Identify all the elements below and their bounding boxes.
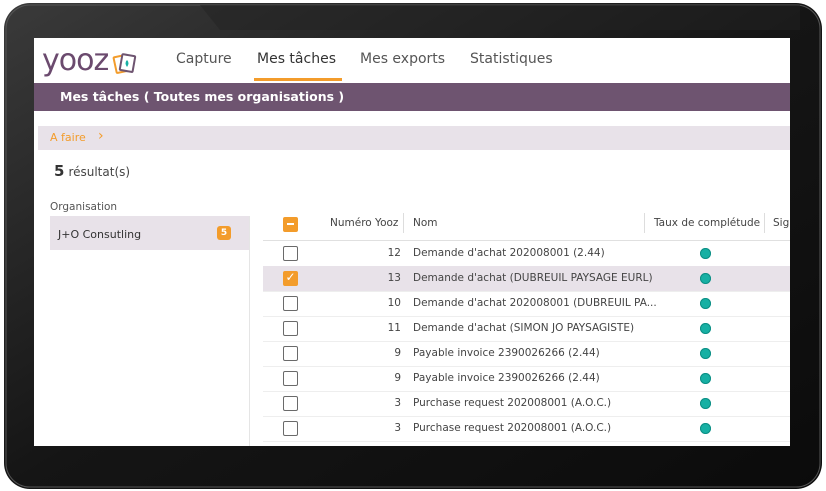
- results-count: 5 résultat(s): [54, 162, 130, 180]
- breadcrumb: A faire ›: [38, 126, 790, 150]
- yooz-logo[interactable]: yooz: [42, 44, 138, 78]
- organisation-count-badge: 5: [217, 226, 231, 240]
- completion-status-dot: [700, 373, 711, 384]
- tab-statistiques[interactable]: Statistiques: [470, 51, 553, 67]
- logo-text: yooz: [42, 43, 109, 78]
- row-nom[interactable]: Demande d'achat (DUBREUIL PAYSAGE EURL): [413, 272, 653, 284]
- table-row[interactable]: 12 Demande d'achat 202008001 (2.44): [263, 241, 790, 267]
- row-numero: 11: [387, 322, 401, 334]
- column-divider: [764, 213, 765, 233]
- dash-icon: [287, 223, 294, 225]
- completion-status-dot: [700, 323, 711, 334]
- table-row[interactable]: 11 Demande d'achat (SIMON JO PAYSAGISTE): [263, 316, 790, 342]
- row-checkbox[interactable]: [283, 246, 298, 261]
- tab-capture[interactable]: Capture: [176, 51, 232, 67]
- row-nom[interactable]: Demande d'achat (SIMON JO PAYSAGISTE): [413, 322, 634, 334]
- table-row[interactable]: 9 Payable invoice 2390026266 (2.44): [263, 366, 790, 392]
- organisation-item-label: J+O Consutling: [58, 228, 142, 241]
- row-checkbox[interactable]: [283, 371, 298, 386]
- completion-status-dot: [700, 398, 711, 409]
- row-numero: 9: [394, 347, 401, 359]
- organisation-item[interactable]: J+O Consutling 5: [50, 216, 249, 250]
- active-tab-indicator: [254, 78, 342, 81]
- row-checkbox[interactable]: ✓: [283, 270, 298, 286]
- completion-status-dot: [700, 348, 711, 359]
- row-nom[interactable]: Demande d'achat 202008001 (DUBREUIL PA..…: [413, 297, 657, 309]
- row-numero: 9: [394, 372, 401, 384]
- row-checkbox[interactable]: [283, 346, 298, 361]
- page-title-bar: Mes tâches ( Toutes mes organisations ): [34, 83, 790, 111]
- chevron-right-icon[interactable]: ›: [98, 128, 104, 144]
- organisation-panel: J+O Consutling 5: [50, 216, 250, 446]
- completion-status-dot: [700, 298, 711, 309]
- completion-status-dot: [700, 248, 711, 259]
- select-all-checkbox[interactable]: [283, 217, 298, 232]
- row-nom[interactable]: Purchase request 202008001 (A.O.C.): [413, 422, 611, 434]
- row-numero: 3: [394, 422, 401, 434]
- table-row[interactable]: ✓ 13 Demande d'achat (DUBREUIL PAYSAGE E…: [263, 266, 790, 292]
- column-nom[interactable]: Nom: [413, 217, 438, 229]
- table-row[interactable]: 3 Purchase request 202008001 (A.O.C.): [263, 391, 790, 417]
- row-numero: 13: [387, 272, 401, 284]
- page-title: Mes tâches ( Toutes mes organisations ): [60, 89, 345, 104]
- row-numero: 12: [387, 247, 401, 259]
- completion-status-dot: [700, 273, 711, 284]
- row-numero: 10: [387, 297, 401, 309]
- row-nom[interactable]: Purchase request 202008001 (A.O.C.): [413, 397, 611, 409]
- results-label: résultat(s): [68, 165, 131, 179]
- column-divider: [644, 213, 645, 233]
- row-checkbox[interactable]: [283, 396, 298, 411]
- row-nom[interactable]: Payable invoice 2390026266 (2.44): [413, 347, 600, 359]
- documents-logo-icon: [112, 53, 137, 74]
- table-row[interactable]: 9 Payable invoice 2390026266 (2.44): [263, 341, 790, 367]
- row-numero: 3: [394, 397, 401, 409]
- column-divider: [403, 213, 404, 233]
- completion-status-dot: [700, 423, 711, 434]
- column-numero-yooz[interactable]: Numéro Yooz: [330, 217, 398, 229]
- checkmark-icon: ✓: [285, 270, 296, 284]
- row-checkbox[interactable]: [283, 296, 298, 311]
- table-header: Numéro Yooz Nom Taux de complétude Sig: [263, 206, 790, 241]
- tab-mes-taches[interactable]: Mes tâches: [257, 51, 336, 67]
- table-row[interactable]: 3 Purchase request 202008001 (A.O.C.): [263, 416, 790, 442]
- organisation-heading: Organisation: [50, 201, 118, 213]
- screen: yooz Capture Mes tâches Mes exports Stat…: [34, 38, 790, 446]
- row-nom[interactable]: Demande d'achat 202008001 (2.44): [413, 247, 605, 259]
- results-number: 5: [54, 162, 65, 180]
- tab-mes-exports[interactable]: Mes exports: [360, 51, 445, 67]
- column-taux-de-completude[interactable]: Taux de complétude: [654, 217, 760, 229]
- breadcrumb-a-faire[interactable]: A faire: [50, 131, 86, 144]
- row-checkbox[interactable]: [283, 321, 298, 336]
- table-row[interactable]: 10 Demande d'achat 202008001 (DUBREUIL P…: [263, 291, 790, 317]
- row-checkbox[interactable]: [283, 421, 298, 436]
- column-sig[interactable]: Sig: [773, 217, 789, 229]
- row-nom[interactable]: Payable invoice 2390026266 (2.44): [413, 372, 600, 384]
- top-navigation: yooz Capture Mes tâches Mes exports Stat…: [34, 38, 790, 83]
